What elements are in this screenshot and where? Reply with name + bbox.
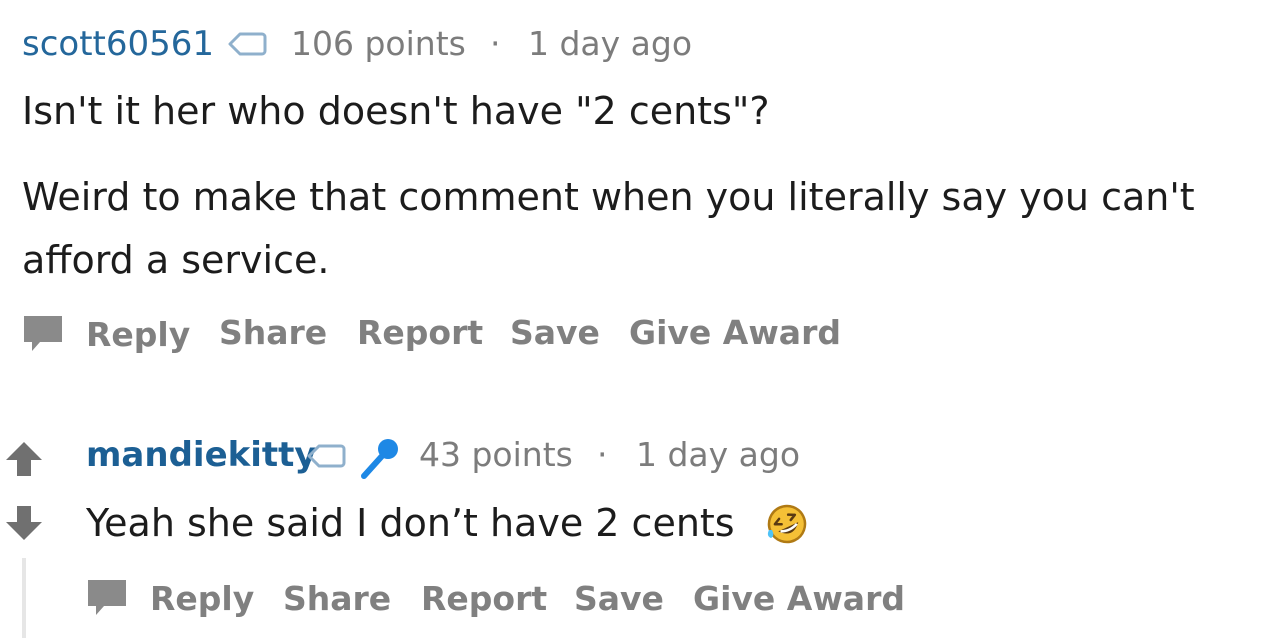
comment-body-line: Isn't it her who doesn't have "2 cents"? [22,89,770,133]
comment-body-line: afford a service. [22,238,330,282]
comment-points: 106 points [291,24,466,63]
give-award-button[interactable]: Give Award [693,579,905,618]
tag-icon [228,32,267,56]
thread-line[interactable] [22,558,26,638]
save-button[interactable]: Save [574,579,664,618]
reply-button[interactable]: Reply [150,579,254,618]
meta-separator: · [490,24,501,63]
rofl-emoji-icon [767,504,807,544]
microphone-icon [361,439,398,479]
comment-timestamp[interactable]: 1 day ago [636,435,800,474]
tag-icon [307,444,346,468]
speech-bubble-icon[interactable] [86,578,128,618]
comment-timestamp[interactable]: 1 day ago [528,24,692,63]
comment-body-line: Yeah she said I don’t have 2 cents [86,501,735,545]
share-button[interactable]: Share [219,313,327,352]
speech-bubble-icon[interactable] [22,314,64,354]
reply-button[interactable]: Reply [86,315,190,354]
give-award-button[interactable]: Give Award [629,313,841,352]
upvote-arrow-icon[interactable] [4,440,44,478]
report-button[interactable]: Report [421,579,547,618]
downvote-arrow-icon[interactable] [4,504,44,542]
report-button[interactable]: Report [357,313,483,352]
comment-author[interactable]: mandiekitty [86,435,317,475]
comment-body-line: Weird to make that comment when you lite… [22,175,1195,219]
share-button[interactable]: Share [283,579,391,618]
comment-points: 43 points [419,435,573,474]
meta-separator: · [597,435,608,474]
save-button[interactable]: Save [510,313,600,352]
comment-author[interactable]: scott60561 [22,24,214,64]
